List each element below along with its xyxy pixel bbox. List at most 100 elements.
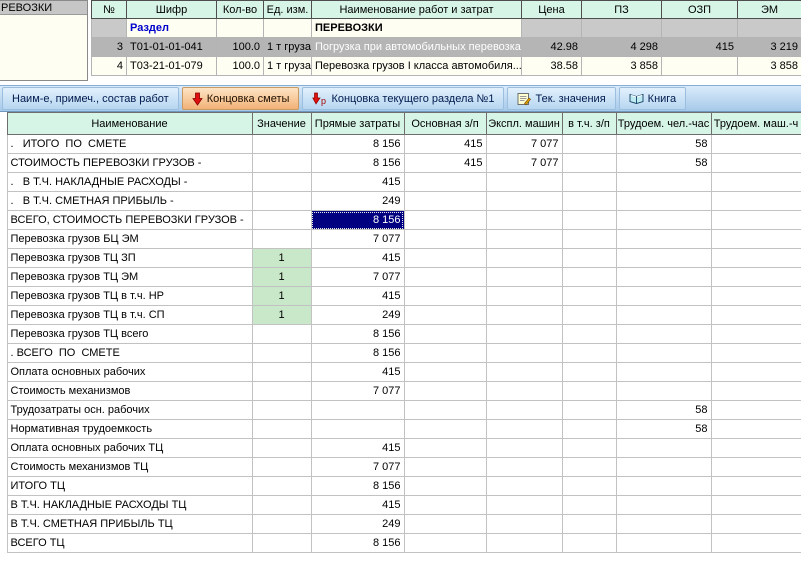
totals-name-cell[interactable]: В Т.Ч. СМЕТНАЯ ПРИБЫЛЬ ТЦ (7, 515, 252, 534)
totals-name-cell[interactable]: Перевозка грузов ТЦ ЗП (7, 249, 252, 268)
totals-labor-machinehours-cell[interactable] (711, 382, 801, 401)
section-code-cell[interactable]: Раздел (127, 19, 217, 38)
totals-row[interactable]: . ИТОГО ПО СМЕТЕ 8 156 415 7 077 58 (0, 135, 801, 154)
item-price-cell[interactable]: 38.58 (522, 57, 582, 76)
totals-basic-wage-cell[interactable] (404, 287, 486, 306)
totals-labor-machinehours-cell[interactable] (711, 287, 801, 306)
item-unit-cell[interactable]: 1 т груза (264, 57, 312, 76)
totals-name-cell[interactable]: ВСЕГО ТЦ (7, 534, 252, 553)
totals-machines-cell[interactable] (486, 534, 562, 553)
totals-labor-machinehours-cell[interactable] (711, 344, 801, 363)
totals-machines-cell[interactable] (486, 477, 562, 496)
totals-incl-wage-cell[interactable] (562, 534, 616, 553)
totals-labor-machinehours-cell[interactable] (711, 249, 801, 268)
totals-incl-wage-cell[interactable] (562, 344, 616, 363)
totals-labor-manhours-cell[interactable] (616, 515, 711, 534)
totals-incl-wage-cell[interactable] (562, 458, 616, 477)
totals-incl-wage-cell[interactable] (562, 192, 616, 211)
totals-basic-wage-cell[interactable] (404, 401, 486, 420)
totals-labor-manhours-cell[interactable] (616, 325, 711, 344)
totals-labor-machinehours-cell[interactable] (711, 211, 801, 230)
totals-value-cell[interactable]: 1 (252, 268, 311, 287)
totals-direct-cost-cell[interactable]: 415 (311, 496, 404, 515)
totals-labor-manhours-cell[interactable] (616, 192, 711, 211)
totals-machines-cell[interactable] (486, 401, 562, 420)
totals-row[interactable]: . В Т.Ч. НАКЛАДНЫЕ РАСХОДЫ - 415 (0, 173, 801, 192)
item-pz-cell[interactable]: 4 298 (582, 38, 662, 57)
totals-basic-wage-cell[interactable] (404, 268, 486, 287)
totals-name-cell[interactable]: . ИТОГО ПО СМЕТЕ (7, 135, 252, 154)
totals-direct-cost-cell[interactable]: 8 156 (311, 534, 404, 553)
totals-value-cell[interactable] (252, 154, 311, 173)
totals-basic-wage-cell[interactable] (404, 496, 486, 515)
item-em-cell[interactable]: 3 219 (738, 38, 801, 57)
totals-basic-wage-cell[interactable] (404, 344, 486, 363)
totals-labor-manhours-cell[interactable] (616, 477, 711, 496)
totals-machines-cell[interactable] (486, 363, 562, 382)
totals-labor-machinehours-cell[interactable] (711, 458, 801, 477)
totals-name-cell[interactable]: ВСЕГО, СТОИМОСТЬ ПЕРЕВОЗКИ ГРУЗОВ - (7, 211, 252, 230)
totals-direct-cost-cell[interactable] (311, 420, 404, 439)
totals-basic-wage-cell[interactable]: 415 (404, 135, 486, 154)
totals-basic-wage-cell[interactable] (404, 249, 486, 268)
totals-basic-wage-cell[interactable] (404, 439, 486, 458)
totals-name-cell[interactable]: Трудозатраты осн. рабочих (7, 401, 252, 420)
totals-name-cell[interactable]: Перевозка грузов ТЦ в т.ч. СП (7, 306, 252, 325)
estimate-item-row[interactable]: 4 Т03-21-01-079 100.0 1 т груза Перевозк… (92, 57, 801, 76)
totals-name-cell[interactable]: . В Т.Ч. НАКЛАДНЫЕ РАСХОДЫ - (7, 173, 252, 192)
totals-direct-cost-cell[interactable] (311, 401, 404, 420)
totals-basic-wage-cell[interactable] (404, 363, 486, 382)
totals-direct-cost-cell[interactable]: 249 (311, 515, 404, 534)
totals-direct-cost-cell[interactable]: 7 077 (311, 458, 404, 477)
totals-labor-machinehours-cell[interactable] (711, 135, 801, 154)
item-unit-cell[interactable]: 1 т груза (264, 38, 312, 57)
toolbar-button[interactable]: Книга (619, 87, 687, 110)
totals-row[interactable]: ВСЕГО, СТОИМОСТЬ ПЕРЕВОЗКИ ГРУЗОВ - 8 15… (0, 211, 801, 230)
totals-labor-machinehours-cell[interactable] (711, 268, 801, 287)
item-name-cell[interactable]: Погрузка при автомобильных перевозках (312, 38, 522, 57)
totals-direct-cost-cell[interactable]: 415 (311, 249, 404, 268)
toolbar-button[interactable]: Наим-е, примеч., состав работ (2, 87, 179, 110)
totals-basic-wage-cell[interactable] (404, 306, 486, 325)
toolbar-button[interactable]: Концовка сметы (182, 87, 300, 110)
totals-incl-wage-cell[interactable] (562, 420, 616, 439)
totals-direct-cost-cell[interactable]: 7 077 (311, 268, 404, 287)
totals-row[interactable]: Перевозка грузов ТЦ в т.ч. СП 1 249 (0, 306, 801, 325)
totals-labor-machinehours-cell[interactable] (711, 401, 801, 420)
totals-name-cell[interactable]: В Т.Ч. НАКЛАДНЫЕ РАСХОДЫ ТЦ (7, 496, 252, 515)
totals-row[interactable]: . ВСЕГО ПО СМЕТЕ 8 156 (0, 344, 801, 363)
totals-row[interactable]: Перевозка грузов ТЦ ЗП 1 415 (0, 249, 801, 268)
totals-basic-wage-cell[interactable] (404, 211, 486, 230)
totals-labor-machinehours-cell[interactable] (711, 515, 801, 534)
totals-direct-cost-cell[interactable]: 7 077 (311, 230, 404, 249)
totals-incl-wage-cell[interactable] (562, 287, 616, 306)
totals-row[interactable]: Нормативная трудоемкость 58 (0, 420, 801, 439)
totals-machines-cell[interactable]: 7 077 (486, 154, 562, 173)
totals-incl-wage-cell[interactable] (562, 401, 616, 420)
totals-machines-cell[interactable] (486, 439, 562, 458)
totals-labor-manhours-cell[interactable] (616, 496, 711, 515)
totals-incl-wage-cell[interactable] (562, 382, 616, 401)
totals-machines-cell[interactable] (486, 268, 562, 287)
totals-machines-cell[interactable] (486, 173, 562, 192)
totals-incl-wage-cell[interactable] (562, 515, 616, 534)
totals-labor-manhours-cell[interactable]: 58 (616, 154, 711, 173)
totals-incl-wage-cell[interactable] (562, 477, 616, 496)
totals-machines-cell[interactable] (486, 420, 562, 439)
totals-basic-wage-cell[interactable] (404, 230, 486, 249)
totals-value-cell[interactable] (252, 439, 311, 458)
totals-machines-cell[interactable]: 7 077 (486, 135, 562, 154)
totals-labor-manhours-cell[interactable] (616, 287, 711, 306)
totals-row[interactable]: В Т.Ч. НАКЛАДНЫЕ РАСХОДЫ ТЦ 415 (0, 496, 801, 515)
totals-incl-wage-cell[interactable] (562, 439, 616, 458)
totals-row[interactable]: Перевозка грузов ТЦ в т.ч. НР 1 415 (0, 287, 801, 306)
totals-machines-cell[interactable] (486, 192, 562, 211)
totals-basic-wage-cell[interactable] (404, 192, 486, 211)
totals-name-cell[interactable]: Оплата основных рабочих ТЦ (7, 439, 252, 458)
totals-machines-cell[interactable] (486, 344, 562, 363)
totals-labor-machinehours-cell[interactable] (711, 439, 801, 458)
totals-direct-cost-cell[interactable]: 7 077 (311, 382, 404, 401)
totals-incl-wage-cell[interactable] (562, 135, 616, 154)
totals-labor-manhours-cell[interactable] (616, 249, 711, 268)
totals-name-cell[interactable]: СТОИМОСТЬ ПЕРЕВОЗКИ ГРУЗОВ - (7, 154, 252, 173)
